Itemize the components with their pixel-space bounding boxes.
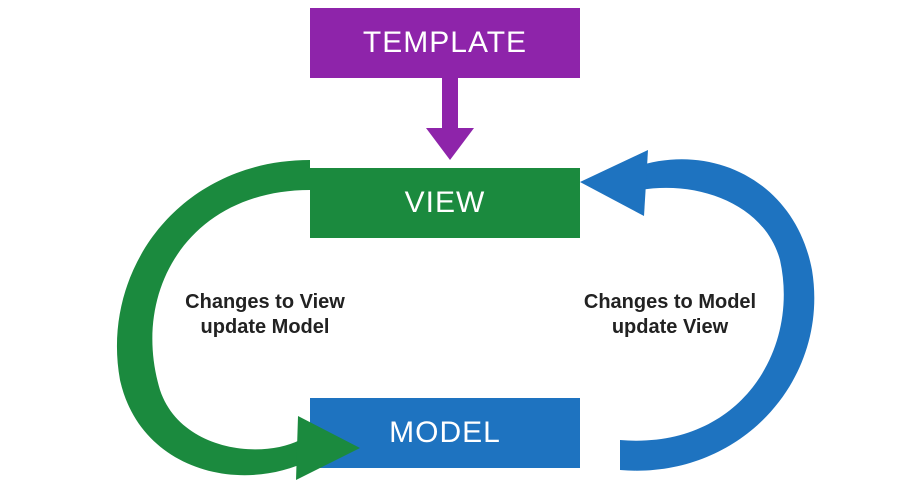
model-box-label: MODEL: [389, 416, 501, 450]
caption-right-line2: update View: [612, 316, 728, 338]
caption-right: Changes to Model update View: [555, 290, 785, 340]
template-box-label: TEMPLATE: [363, 26, 527, 60]
arrow-template-to-view: [420, 78, 480, 168]
caption-right-line1: Changes to Model: [584, 291, 756, 313]
caption-left-line2: update Model: [201, 316, 330, 338]
view-box-label: VIEW: [405, 186, 486, 220]
template-box: TEMPLATE: [310, 8, 580, 78]
caption-left: Changes to View update Model: [155, 290, 375, 340]
caption-left-line1: Changes to View: [185, 291, 345, 313]
